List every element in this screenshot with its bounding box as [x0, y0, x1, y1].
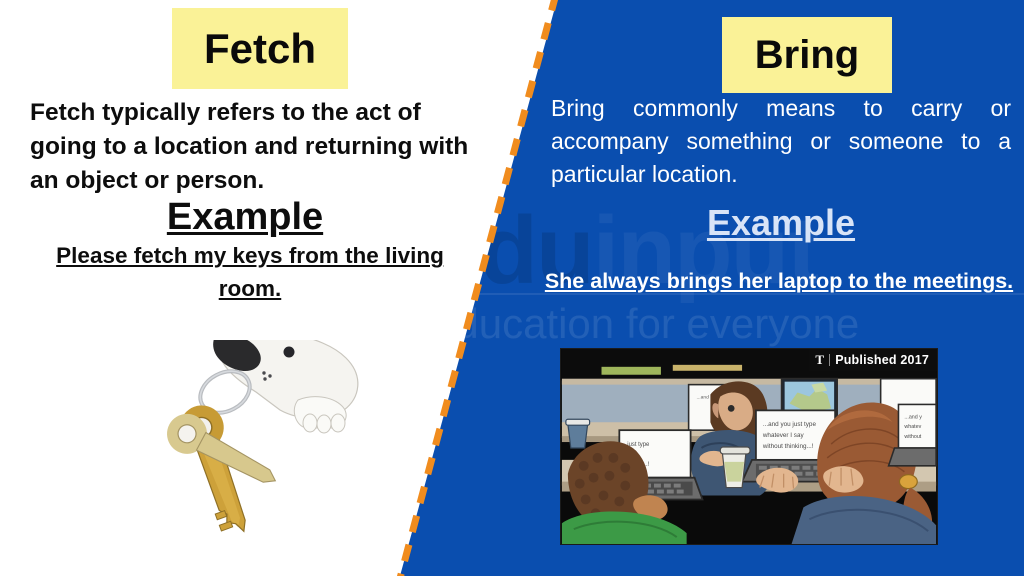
svg-text:...and you just type: ...and you just type — [763, 421, 817, 428]
svg-text:...and: ...and — [697, 394, 710, 400]
nyt-logo-icon: T — [815, 352, 825, 367]
svg-text:...and y: ...and y — [904, 414, 922, 420]
left-title-box: Fetch — [172, 8, 348, 89]
right-title-text: Bring — [754, 33, 860, 77]
right-example-heading: Example — [706, 202, 856, 243]
published-badge: T Published 2017 — [809, 349, 937, 371]
svg-text:whatev: whatev — [904, 424, 921, 430]
badge-divider — [829, 354, 831, 366]
comparison-slide: eduinput education for everyone Fetch Fe… — [0, 0, 1024, 576]
right-title-box: Bring — [722, 17, 892, 93]
keys-photo — [60, 340, 390, 572]
svg-text:without: without — [904, 434, 921, 440]
right-definition-text: Bring commonly means to carry or accompa… — [551, 95, 1011, 187]
published-badge-text: Published 2017 — [835, 353, 929, 367]
right-example-sentence: She always brings her laptop to the meet… — [544, 269, 1014, 293]
left-example-sentence: Please fetch my keys from the living roo… — [56, 243, 444, 301]
svg-text:without thinking...!: without thinking...! — [762, 443, 814, 450]
left-definition-text: Fetch typically refers to the act of goi… — [30, 99, 469, 194]
left-example-heading: Example — [166, 196, 324, 238]
cartoon-scene: ...and ...and you just type whatever I s… — [561, 349, 937, 544]
svg-text:whatever I say: whatever I say — [762, 432, 805, 439]
cartoon-illustration: ...and ...and you just type whatever I s… — [560, 348, 938, 545]
left-title-text: Fetch — [203, 24, 316, 72]
